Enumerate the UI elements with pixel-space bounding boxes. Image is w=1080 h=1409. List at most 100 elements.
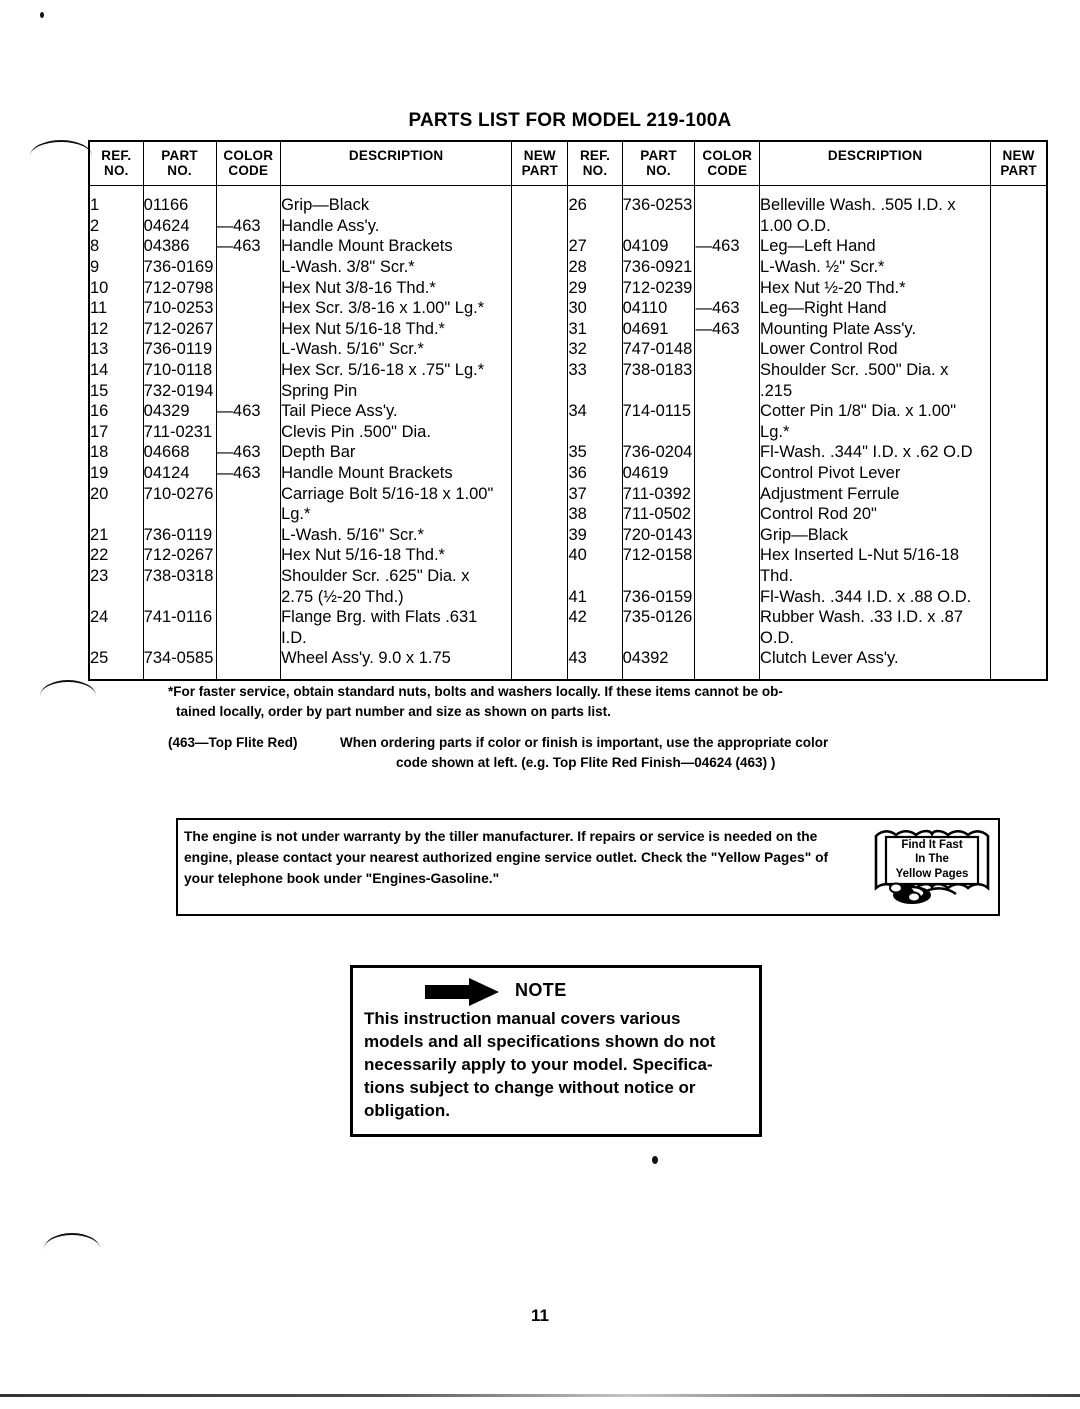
cell-description: Tail Piece Ass'y. [281,402,398,421]
scan-artifact-speck-note [652,1156,658,1164]
yellow-pages-line2: In The [915,853,949,866]
cell-color-code: —463 [216,443,261,462]
cell-part-no: 714-0115 [622,402,692,421]
scan-artifact-arc-bottom [44,1233,100,1249]
table-body-row: 1 2 8 9 10 11 12 13 14 15 16 17 18 19 20 21 22 23 24 25 … [88,185,1048,681]
footnote-asterisk: *For faster service, obtain standard nut… [168,682,920,721]
cell-description: Handle Mount Brackets [281,463,453,482]
cell-description: Carriage Bolt 5/16-18 x 1.00" [281,484,494,503]
cell-part-no: 712-0267 [143,546,214,565]
yellow-pages-logo: Find It Fast In The Yellow Pages [872,826,992,908]
note-line5: obligation. [364,1100,450,1120]
header-ref-no-right: REF. NO. [567,140,623,187]
cell-part-no: 04619 [622,463,669,482]
cell-description: Hex Nut 5/16-18 Thd.* [281,546,445,565]
cell-description: Grip—Black [281,196,370,215]
column-part-no-right: 736-0253 04109 736-0921 712-0239 04110 04691… [621,185,696,681]
column-color-code-right: —463 —463 —463 [694,185,761,681]
cell-ref-no: 40 [568,546,587,565]
cell-description: Spring Pin [281,381,358,400]
header-new-part-left-line1: NEW [523,148,556,163]
cell-ref-no: 9 [90,258,100,276]
cell-part-no: 712-0267 [143,319,214,338]
header-part-no-left-line2: NO. [167,163,192,179]
cell-ref-no: 21 [90,525,109,544]
cell-part-no: 01166 [143,196,189,215]
cell-description: L-Wash. ½" Scr.* [760,258,885,276]
cell-part-no: 04691 [622,319,669,338]
cell-description: Grip—Black [760,525,849,544]
cell-description-continuation: 1.00 O.D. [760,216,831,235]
footnote-color-code-label: (463—Top Flite Red) [168,735,298,750]
cell-ref-no: 18 [90,443,109,462]
cell-description: Hex Nut ½-20 Thd.* [760,278,906,297]
cell-description: Fl-Wash. .344 I.D. x .88 O.D. [760,587,972,606]
header-new-part-left: NEW PART [511,140,569,187]
cell-description-continuation: 2.75 (½-20 Thd.) [281,587,404,606]
header-part-no-right: PART NO. [621,140,696,187]
cell-description: Leg—Left Hand [760,237,876,256]
cell-description-continuation: Lg.* [760,422,790,441]
cell-description: Leg—Right Hand [760,299,887,318]
header-color-code-right-line1: COLOR [702,148,753,163]
scan-artifact-speck-top [40,12,44,18]
column-new-part-right[interactable] [990,185,1048,681]
header-color-code-left-line2: CODE [228,163,269,179]
cell-ref-no: 42 [568,608,587,627]
cell-part-no: 710-0276 [143,484,214,503]
cell-ref-no: 24 [90,608,109,627]
cell-part-no: 736-0119 [143,340,213,359]
cell-color-code: —463 [695,299,740,318]
cell-part-no: 04124 [143,463,190,482]
cell-part-no: 736-0119 [143,525,213,544]
cell-part-no: 712-0239 [622,278,693,297]
cell-ref-no: 11 [90,299,108,318]
cell-color-code: —463 [216,216,261,235]
cell-ref-no: 34 [568,402,587,421]
note-text: This instruction manual covers various m… [353,1008,759,1123]
header-description-right: DESCRIPTION [759,140,992,187]
engine-warranty-text: The engine is not under warranty by the … [184,827,884,890]
header-new-part-right: NEW PART [990,140,1048,187]
cell-ref-no: 23 [90,566,109,585]
cell-ref-no: 29 [568,278,587,297]
cell-part-no: 04386 [143,237,190,256]
note-line2: models and all specifications shown do n… [364,1031,716,1051]
cell-ref-no: 38 [568,505,587,524]
engine-warranty-line1: The engine is not under warranty by the … [184,829,818,844]
cell-description: L-Wash. 5/16" Scr.* [281,340,424,359]
cell-ref-no: 32 [568,340,587,359]
cell-part-no: 736-0159 [622,587,693,606]
note-line1: This instruction manual covers various [364,1009,681,1028]
header-part-no-left: PART NO. [142,140,217,187]
page-number: 11 [531,1306,549,1325]
column-new-part-left[interactable] [511,185,569,681]
cell-description: Belleville Wash. .505 I.D. x [760,196,956,215]
footnote-color-code: (463—Top Flite Red) When ordering parts … [168,733,928,772]
cell-part-no: 736-0921 [622,258,693,276]
cell-description: Hex Scr. 5/16-18 x .75" Lg.* [281,360,485,379]
cell-description-continuation: Thd. [760,566,794,585]
right-arrow-icon [425,978,499,1006]
cell-part-no: 734-0585 [143,649,214,668]
parts-list-table: REF. NO. PART NO. COLOR CODE DESCRIPTION… [88,140,1048,681]
note-header: NOTE [353,968,759,1008]
header-ref-no-left-line1: REF. [101,148,132,163]
cell-description: Adjustment Ferrule [760,484,900,503]
cell-ref-no: 12 [90,319,109,338]
cell-description: Lower Control Rod [760,340,898,359]
cell-description: Clutch Lever Ass'y. [760,649,899,668]
cell-part-no: 710-0253 [143,299,214,318]
engine-warranty-line2: engine, please contact your nearest auth… [184,849,829,865]
engine-warranty-line3: your telephone book under "Engines-Gasol… [184,870,500,886]
header-color-code-right: COLOR CODE [694,140,761,187]
cell-ref-no: 14 [90,360,109,379]
cell-ref-no: 41 [568,587,587,606]
cell-description: L-Wash. 5/16" Scr.* [281,525,424,544]
cell-ref-no: 22 [90,546,109,565]
cell-part-no: 736-0253 [622,196,693,215]
yellow-pages-logo-text: Find It Fast In The Yellow Pages [880,838,984,881]
cell-part-no: 741-0116 [143,608,213,627]
scan-artifact-bottom-edge [0,1394,1080,1397]
cell-description-continuation: .215 [760,381,793,400]
